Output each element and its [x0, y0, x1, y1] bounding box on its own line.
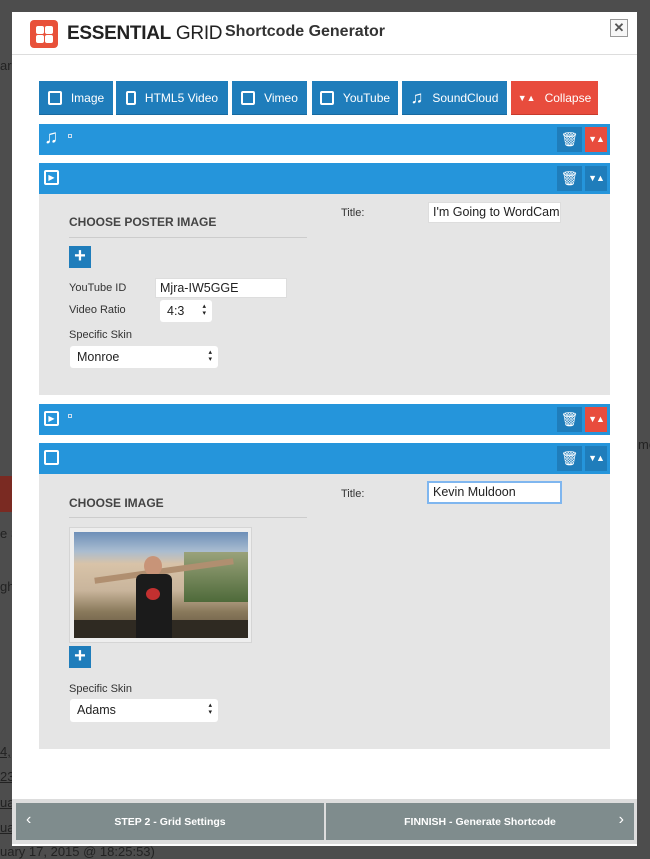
- collapse-icon: ▼▲: [517, 92, 536, 103]
- title-label: Title:: [341, 488, 365, 500]
- title-input[interactable]: Kevin Muldoon: [427, 481, 562, 504]
- section-title: CHOOSE POSTER IMAGE: [69, 215, 217, 229]
- video-ratio-label: Video Ratio: [69, 304, 126, 316]
- youtube-id-input[interactable]: Mjra-IW5GGE: [155, 278, 287, 298]
- button-label: HTML5 Video: [144, 90, 219, 105]
- back-label: STEP 2 - Grid Settings: [114, 815, 226, 828]
- divider: [69, 237, 307, 238]
- video-icon: ▶: [44, 411, 59, 426]
- title-label: Title:: [341, 207, 365, 219]
- video-icon: ▶: [44, 170, 59, 185]
- button-label: YouTube: [342, 90, 391, 105]
- video-icon: [319, 90, 334, 105]
- expand-toggle-button[interactable]: ▼▲: [585, 407, 607, 432]
- music-icon: ♫: [410, 87, 424, 107]
- add-soundcloud-button[interactable]: ♫ SoundCloud: [402, 81, 507, 115]
- delete-item-button[interactable]: 🗑: [557, 407, 582, 432]
- collapse-toggle-button[interactable]: ▼▲: [585, 166, 607, 191]
- add-vimeo-button[interactable]: Vimeo: [232, 81, 307, 115]
- add-image-button[interactable]: Image: [39, 81, 113, 115]
- add-poster-image-button[interactable]: +: [69, 246, 91, 268]
- essential-grid-logo: [30, 20, 58, 48]
- youtube-id-label: YouTube ID: [69, 282, 127, 294]
- add-youtube-button[interactable]: YouTube: [312, 81, 398, 115]
- chevron-left-icon: ‹: [26, 811, 32, 828]
- add-image-button[interactable]: +: [69, 646, 91, 668]
- specific-skin-label: Specific Skin: [69, 329, 132, 341]
- music-icon: ♫: [44, 127, 59, 148]
- item-title-placeholder: [68, 134, 72, 138]
- delete-item-button[interactable]: 🗑: [557, 127, 582, 152]
- video-icon: [241, 90, 256, 105]
- next-label: FINNISH - Generate Shortcode: [404, 815, 556, 828]
- video-ratio-select[interactable]: 4:3: [160, 300, 212, 322]
- item-bar-vimeo[interactable]: ▶ 🗑 ▼▲: [39, 404, 610, 435]
- button-label: Image: [70, 90, 105, 105]
- image-icon: [44, 450, 59, 465]
- image-icon: [47, 90, 62, 105]
- title-input[interactable]: I'm Going to WordCam: [428, 202, 561, 223]
- section-title: CHOOSE IMAGE: [69, 496, 164, 510]
- modal-footer: ‹ STEP 2 - Grid Settings FINNISH - Gener…: [12, 799, 637, 844]
- item-bar-youtube[interactable]: ▶ 🗑 ▼▲: [39, 163, 610, 194]
- collapse-toggle-button[interactable]: ▼▲: [585, 446, 607, 471]
- close-icon[interactable]: ✕: [610, 19, 628, 37]
- add-html5-video-button[interactable]: HTML5 Video: [116, 81, 228, 115]
- item-bar-soundcloud[interactable]: ♫ 🗑 ▼▲: [39, 124, 610, 155]
- collapse-all-button[interactable]: ▼▲ Collapse: [511, 81, 598, 115]
- image-preview-frame: [69, 527, 252, 643]
- item-title-placeholder: [68, 414, 72, 418]
- button-label: Vimeo: [264, 90, 298, 105]
- bg-banner: [0, 476, 12, 512]
- specific-skin-label: Specific Skin: [69, 683, 132, 695]
- preview-image: [74, 532, 248, 638]
- specific-skin-select[interactable]: Adams: [70, 699, 218, 722]
- bg-text: me: [638, 437, 650, 452]
- brand-name: ESSENTIAL GRID: [67, 23, 223, 44]
- finish-generate-shortcode-button[interactable]: FINNISH - Generate Shortcode ›: [326, 803, 634, 840]
- divider: [69, 517, 307, 518]
- delete-item-button[interactable]: 🗑: [557, 446, 582, 471]
- item-bar-image[interactable]: 🗑 ▼▲: [39, 443, 610, 474]
- button-label: SoundCloud: [432, 90, 499, 105]
- specific-skin-select[interactable]: Monroe: [70, 346, 218, 368]
- film-icon: [125, 90, 136, 105]
- button-label: Collapse: [544, 90, 592, 105]
- delete-item-button[interactable]: 🗑: [557, 166, 582, 191]
- step2-grid-settings-button[interactable]: ‹ STEP 2 - Grid Settings: [16, 803, 324, 840]
- expand-toggle-button[interactable]: ▼▲: [585, 127, 607, 152]
- modal-header: ESSENTIAL GRID Shortcode Generator ✕: [12, 12, 637, 55]
- bg-link: 4,: [0, 744, 11, 759]
- chevron-right-icon: ›: [618, 811, 624, 828]
- modal-title: Shortcode Generator: [225, 23, 386, 40]
